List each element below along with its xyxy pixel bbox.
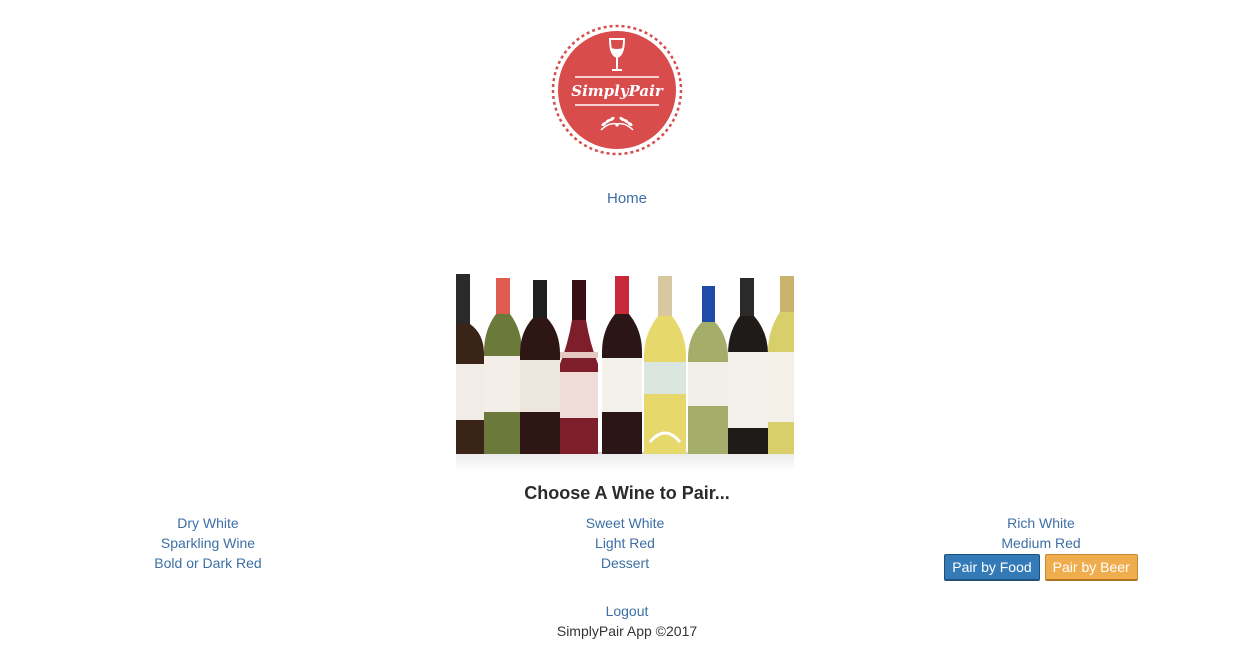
wine-link-medium-red[interactable]: Medium Red (931, 533, 1151, 553)
simplypair-logo: SimplyPair (551, 24, 683, 156)
logout-container: Logout (0, 602, 1254, 620)
wine-link-dessert[interactable]: Dessert (515, 553, 735, 573)
logo-wordmark: SimplyPair (571, 82, 664, 100)
footer-copyright: SimplyPair App ©2017 (556, 623, 698, 639)
wine-link-light-red[interactable]: Light Red (515, 533, 735, 553)
wine-link-rich-white[interactable]: Rich White (931, 513, 1151, 533)
wine-bottles-image (456, 274, 794, 472)
wine-column-middle: Sweet White Light Red Dessert (515, 513, 735, 573)
page-heading: Choose A Wine to Pair... (524, 483, 730, 503)
pair-by-beer-button[interactable]: Pair by Beer (1044, 554, 1138, 581)
wine-column-left: Dry White Sparkling Wine Bold or Dark Re… (98, 513, 318, 573)
wine-link-bold-or-dark-red[interactable]: Bold or Dark Red (98, 553, 318, 573)
main-nav: Home (0, 190, 1254, 208)
wine-link-sweet-white[interactable]: Sweet White (515, 513, 735, 533)
pair-buttons: Pair by Food Pair by Beer (931, 554, 1151, 581)
wine-column-right: Rich White Medium Red Pair by Food Pair … (931, 513, 1151, 581)
logout-link[interactable]: Logout (606, 603, 649, 619)
wine-link-dry-white[interactable]: Dry White (98, 513, 318, 533)
pair-by-food-button[interactable]: Pair by Food (944, 554, 1040, 581)
page: SimplyPair Home Choose A Wine to Pair...… (0, 0, 1254, 664)
nav-home-link[interactable]: Home (607, 190, 647, 207)
wine-link-sparkling-wine[interactable]: Sparkling Wine (98, 533, 318, 553)
